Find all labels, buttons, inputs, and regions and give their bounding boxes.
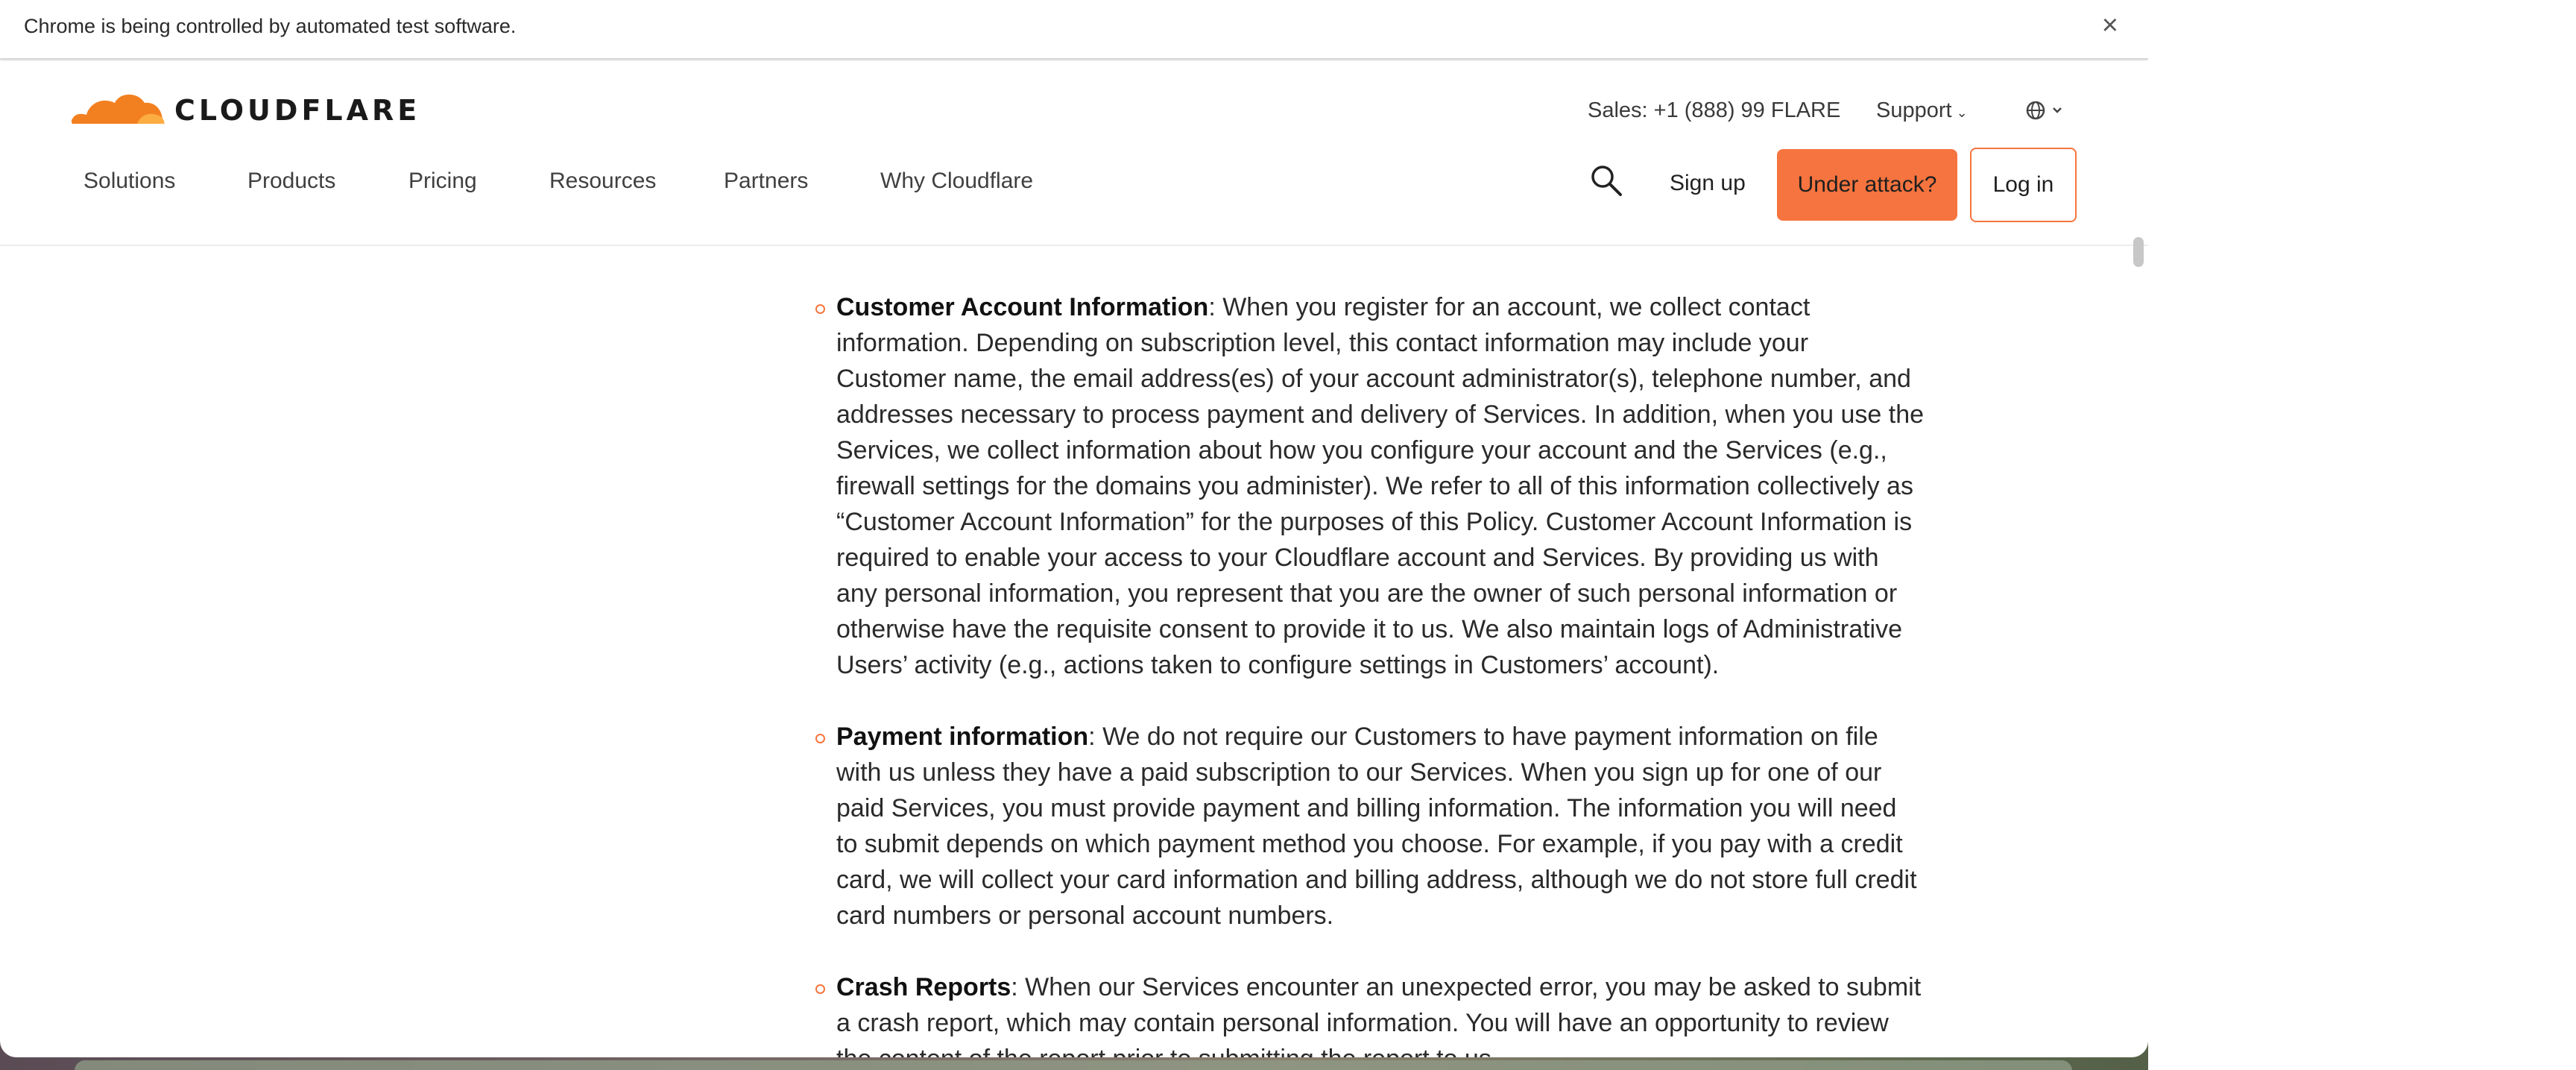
nav-products[interactable]: Products bbox=[247, 169, 335, 194]
list-item-customer-account: Customer Account Information: When you r… bbox=[815, 289, 1925, 683]
dock-edge bbox=[75, 1060, 2072, 1070]
automation-notice: Chrome is being controlled by automated … bbox=[24, 15, 517, 37]
close-icon[interactable]: × bbox=[2102, 10, 2118, 40]
cloudflare-logo[interactable]: CLOUDFLARE bbox=[70, 81, 417, 133]
list-item-crash-reports: Crash Reports: When our Services encount… bbox=[815, 969, 1925, 1057]
language-selector[interactable] bbox=[2024, 97, 2068, 124]
nav-resources[interactable]: Resources bbox=[549, 169, 656, 194]
list-item-payment-information: Payment information: We do not require o… bbox=[815, 719, 1925, 934]
logo-wordmark: CLOUDFLARE bbox=[174, 94, 421, 127]
browser-window: Chrome is being controlled by automated … bbox=[0, 0, 2148, 1057]
support-menu[interactable]: Support ⌄ bbox=[1876, 98, 1968, 123]
sales-phone-link[interactable]: Sales: +1 (888) 99 FLARE bbox=[1588, 98, 1840, 123]
term-description: : We do not require our Customers to hav… bbox=[836, 723, 1917, 930]
under-attack-button[interactable]: Under attack? bbox=[1777, 149, 1957, 221]
term-label: Crash Reports bbox=[836, 973, 1011, 1001]
nav-pricing[interactable]: Pricing bbox=[408, 169, 477, 194]
site-header: CLOUDFLARE Sales: +1 (888) 99 FLARE Supp… bbox=[0, 61, 2148, 246]
desktop-area bbox=[2148, 0, 2576, 1070]
nav-partners[interactable]: Partners bbox=[724, 169, 808, 194]
term-label: Customer Account Information bbox=[836, 293, 1209, 321]
scrollbar-thumb[interactable] bbox=[2133, 237, 2144, 267]
sign-up-link[interactable]: Sign up bbox=[1670, 171, 1746, 196]
search-button[interactable] bbox=[1588, 162, 1625, 199]
policy-content: Customer Account Information: When you r… bbox=[0, 248, 2148, 1057]
log-in-button[interactable]: Log in bbox=[1970, 148, 2077, 222]
search-icon bbox=[1591, 166, 1622, 196]
nav-why-cloudflare[interactable]: Why Cloudflare bbox=[880, 169, 1033, 194]
term-label: Payment information bbox=[836, 723, 1089, 751]
nav-solutions[interactable]: Solutions bbox=[83, 169, 175, 194]
support-label: Support bbox=[1876, 98, 1952, 122]
policy-list: Customer Account Information: When you r… bbox=[815, 289, 1925, 1057]
term-description: : When you register for an account, we c… bbox=[836, 293, 1925, 679]
chevron-down-icon: ⌄ bbox=[1956, 105, 1968, 120]
cloud-logo-icon bbox=[71, 94, 165, 126]
automation-infobar: Chrome is being controlled by automated … bbox=[0, 0, 2148, 60]
globe-icon bbox=[2026, 101, 2062, 120]
